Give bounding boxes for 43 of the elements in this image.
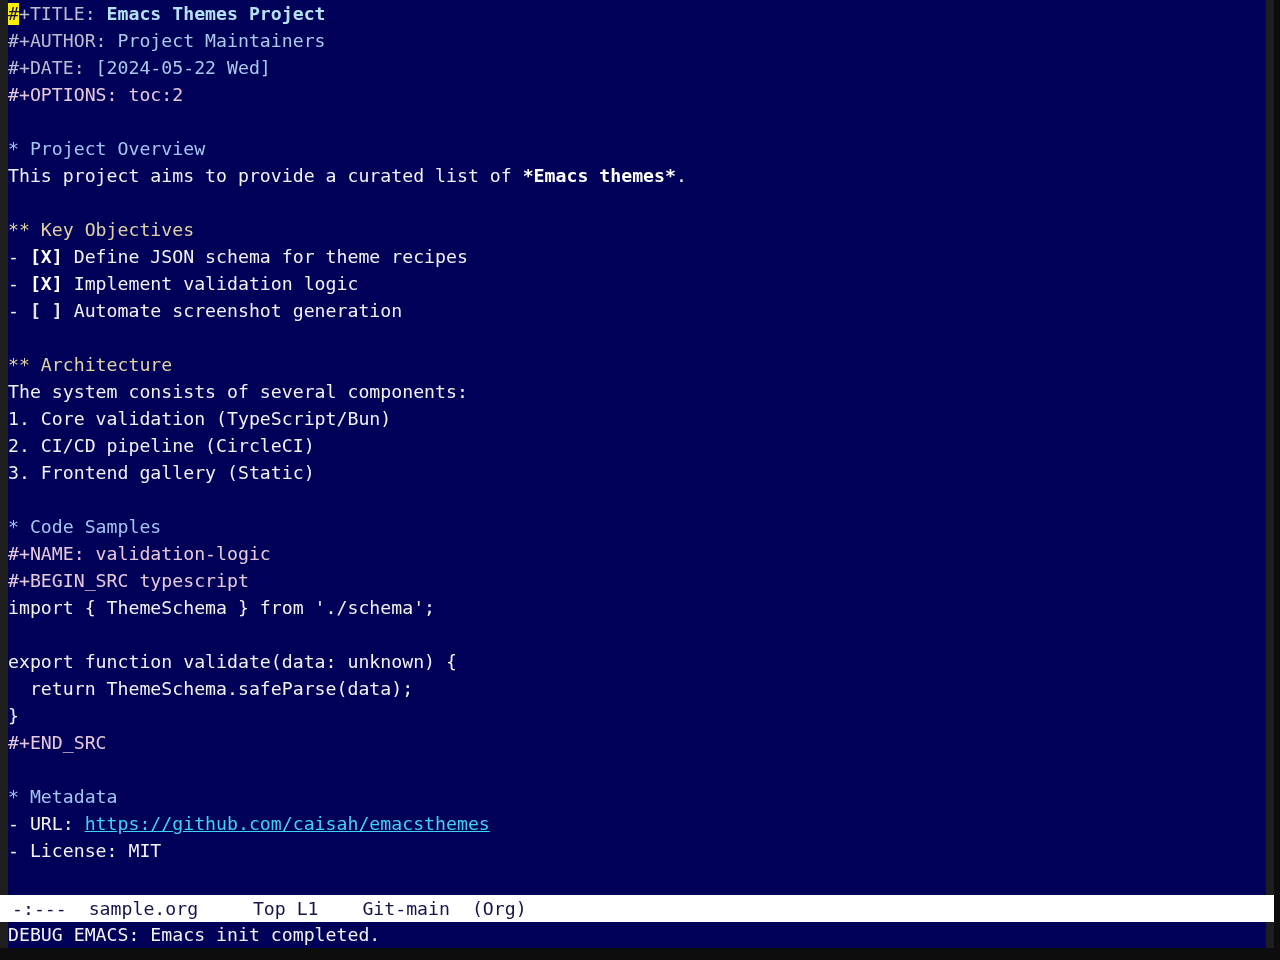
body-text: The system consists of several components:: [8, 381, 468, 402]
buffer-name: sample.org: [88, 898, 199, 919]
code-line: }: [8, 705, 19, 726]
body-text: 1. Core validation (TypeScript/Bun): [8, 408, 392, 429]
heading: * Project Overview: [8, 138, 206, 159]
window-fringe: [1266, 922, 1274, 948]
list-bullet: -: [8, 273, 19, 294]
checkbox[interactable]: [X]: [29, 273, 63, 294]
list-bullet: -: [8, 246, 19, 267]
body-text: This project aims to provide a curated list of *Emacs themes*.: [8, 165, 687, 186]
checkbox[interactable]: [ ]: [29, 300, 63, 321]
heading: * Code Samples: [8, 516, 162, 537]
meta-line: #+END_SRC: [8, 732, 107, 753]
code-line: import { ThemeSchema } from './schema';: [8, 597, 436, 618]
keyword-label: #+DATE:: [8, 57, 85, 78]
checkbox-label: Define JSON schema for theme recipes: [73, 246, 468, 267]
code-line: return ThemeSchema.safeParse(data);: [28, 678, 414, 699]
body-text: - License: MIT: [8, 840, 162, 861]
list-bullet: -: [8, 300, 19, 321]
document-title: Emacs Themes Project: [106, 3, 326, 24]
keyword-value: Project Maintainers: [117, 30, 326, 51]
url-link[interactable]: https://github.com/caisah/emacsthemes: [84, 813, 490, 834]
meta-line: #+NAME: validation-logic: [8, 543, 271, 564]
subheading: ** Key Objectives: [8, 219, 195, 240]
subheading: ** Architecture: [8, 354, 173, 375]
meta-line: #+OPTIONS: toc:2: [8, 84, 184, 105]
checkbox-label: Implement validation logic: [73, 273, 359, 294]
modified-status: -:---: [12, 898, 67, 919]
cursor-position: Top L1: [252, 898, 319, 919]
echo-message: DEBUG EMACS: Emacs init completed.: [8, 924, 381, 945]
major-mode: (Org): [471, 898, 527, 919]
code-line: export function validate(data: unknown) {: [8, 651, 457, 672]
meta-line: #+BEGIN_SRC typescript: [8, 570, 249, 591]
keyword-value: [2024-05-22 Wed]: [95, 57, 271, 78]
body-text: - URL:: [8, 813, 74, 834]
checkbox-label: Automate screenshot generation: [73, 300, 403, 321]
checkbox[interactable]: [X]: [29, 246, 63, 267]
git-branch: Git-main: [362, 898, 450, 919]
body-text: 2. CI/CD pipeline (CircleCI): [8, 435, 315, 456]
window-fringe: [0, 922, 8, 948]
body-text: 3. Frontend gallery (Static): [8, 462, 315, 483]
keyword-label: #+AUTHOR:: [8, 30, 107, 51]
heading: * Metadata: [8, 786, 118, 807]
